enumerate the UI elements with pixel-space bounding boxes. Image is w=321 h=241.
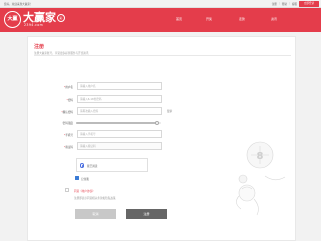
strength-label: 密码强度 [62,122,73,125]
nav-item-draw[interactable]: 开奖 [206,17,212,21]
help-link[interactable]: 帮助 [282,2,287,6]
option-box[interactable]: 我已阅读 [76,158,148,172]
confirm-password-label: *确认密码 [61,111,73,114]
site-logo[interactable]: 大赢 大赢家 2394.com 彩 [4,10,66,30]
nav-item-news[interactable]: 资讯 [271,17,277,21]
logo-badge: 彩 [57,14,65,22]
cancel-button[interactable]: 取消 [75,209,116,219]
service-link[interactable]: 客服 [292,2,297,6]
register-panel: 注册 注册大赢家账号，享受更多彩票服务与开奖资讯 *用户名 请输入用户名 *密码… [27,36,296,241]
nav-item-trend[interactable]: 走势 [239,17,245,21]
submit-button[interactable]: 注册 [126,209,167,219]
register-link[interactable]: 注册 [272,2,277,6]
phone-label: *手机号 [63,134,73,137]
nav-item-home[interactable]: 首页 [176,17,182,21]
password-input[interactable]: 请输入6-16位密码 [77,95,162,103]
svg-text:8: 8 [257,151,264,162]
welcome-text: 您好，欢迎来到大赢家！ [4,3,33,6]
title-divider [34,55,291,56]
strength-fill [76,122,157,124]
link-separator: | [288,2,290,5]
option-radio[interactable] [80,163,85,168]
phone-input[interactable]: 请输入手机号 [77,130,162,138]
logo-mark: 大赢 [4,11,21,28]
main-nav: 首页 开奖 走势 资讯 [171,8,321,32]
page-title: 注册 [34,44,45,50]
username-input[interactable]: 请输入用户名 [77,82,162,90]
remember-checkbox[interactable] [75,176,79,180]
password-label: *密码 [66,99,73,102]
agree-note: 注册即表示同意相关条款和隐私政策 [74,197,116,200]
strength-knob[interactable] [154,120,159,126]
logo-domain: 2394.com [24,23,44,27]
confirm-password-input[interactable]: 请再次输入密码 [77,107,162,115]
code-input[interactable]: 请输入验证码 [77,142,162,150]
top-links: 注册 | 帮助 | 客服 [272,2,297,6]
logo-name: 大赢家 [23,10,56,24]
option-radio-label: 我已阅读 [87,165,98,168]
login-button[interactable]: 立即登录 [299,1,319,7]
top-utility-bar: 您好，欢迎来到大赢家！ 注册 | 帮助 | 客服 立即登录 [0,0,321,8]
remember-label: 记住我 [81,177,89,181]
site-header: 大赢 大赢家 2394.com 彩 首页 开奖 走势 资讯 [0,8,321,32]
eye-toggle-icon[interactable]: 显示 [167,109,172,113]
lottery-ball-illustration: 8 [236,141,286,216]
agree-checkbox[interactable] [65,188,69,192]
password-strength-bar [76,120,161,126]
code-label: *验证码 [63,146,73,149]
agree-text[interactable]: 同意《用户协议》 [74,189,95,193]
link-separator: | [278,2,280,5]
username-label: *用户名 [63,86,73,89]
